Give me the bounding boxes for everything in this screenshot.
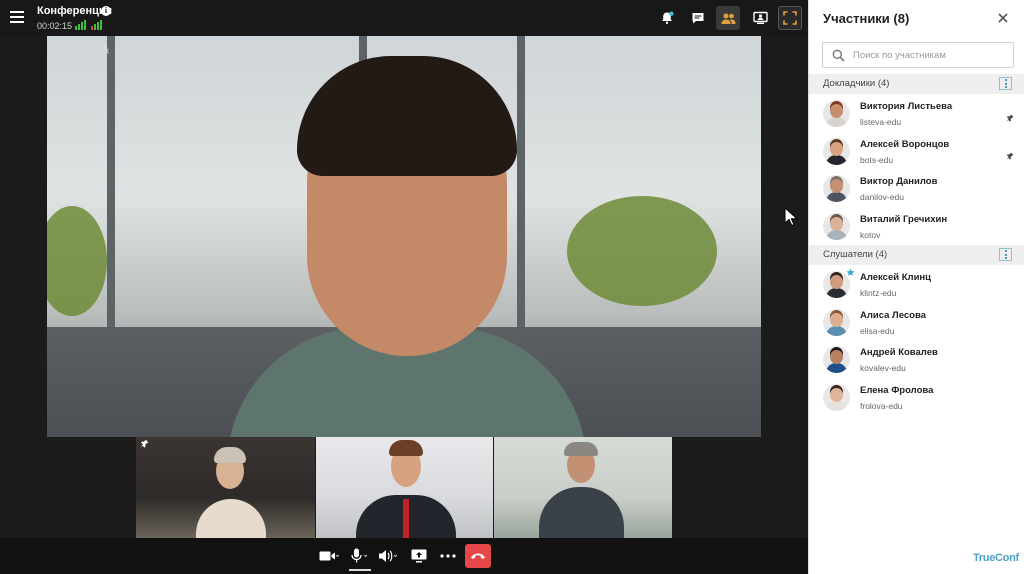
participant-login: danilov-edu [860,192,904,202]
participant-item[interactable]: Алиса Лесова elisa-edu [809,305,1024,342]
chat-button[interactable] [686,6,710,30]
search-input[interactable] [853,47,1008,64]
avatar [823,383,850,411]
group-label: Слушатели (4) [823,249,888,260]
participant-name: Алиса Лесова [860,309,926,321]
participant-item[interactable]: Виталий Гречихин kotov [809,209,1024,246]
top-bar: Конференция i 00:02:15 [0,0,808,36]
participant-name: Елена Фролова [860,384,934,396]
microphone-icon [351,548,368,563]
avatar [823,346,850,373]
thumbnail-video[interactable] [136,437,315,538]
participant-name: Виктор Данилов [860,176,938,187]
main-speaker-video[interactable] [47,36,761,437]
fullscreen-icon [783,11,797,25]
group-header: Слушатели (4) [809,245,1024,265]
participant-name: Алексей Клинц [860,272,931,283]
participants-button[interactable] [716,6,740,30]
more-button[interactable] [439,547,457,565]
layout-icon [752,11,768,24]
call-controls [0,538,808,574]
participants-icon [721,13,735,24]
participant-item[interactable]: Алексей Воронцов bots-edu [809,134,1024,171]
fullscreen-button[interactable] [778,6,802,30]
signal-strength-icon [75,20,86,30]
mouse-cursor [784,207,798,227]
participant-login: frolova-edu [860,400,903,411]
camera-button[interactable] [318,547,340,565]
participant-search [822,42,1014,68]
participant-body [196,499,266,538]
search-icon [832,49,845,62]
participant-item[interactable]: Алексей Клинц klintz-edu [809,267,1024,304]
participants-panel: Участники (8) Докладчики (4) Виктория Лис… [808,0,1024,574]
participant-login: elisa-edu [860,325,895,336]
participant-login: kotov [860,229,881,240]
group-header: Докладчики (4) [809,74,1024,94]
thumbnail-video[interactable] [314,437,494,538]
thumbnail-video[interactable] [493,437,673,538]
participant-body [539,487,625,538]
participant-login: kovalev-edu [860,363,906,373]
hangup-icon [471,553,485,559]
participant-name: Алексей Воронцов [860,138,950,150]
share-screen-icon [411,549,427,563]
mic-level-indicator [349,569,371,571]
info-icon[interactable]: i [101,6,111,16]
participant-hair [214,447,246,463]
microphone-button[interactable] [349,547,371,565]
muted-mic-icon [101,44,109,54]
pin-icon[interactable] [1006,151,1014,160]
participant-tie [402,499,409,538]
participant-thumbnails [136,437,673,538]
pin-icon[interactable] [1006,114,1014,122]
panel-title: Участники (8) [823,11,910,26]
avatar [823,212,850,240]
trueconf-app: Конференция i 00:02:15 Участники (8) Пои… [0,0,1024,574]
participant-name: Виталий Гречихин [860,213,948,225]
conference-timer: 00:02:15 [37,21,73,31]
participant-item[interactable]: Виктор Данилов danilov-edu [809,171,1024,208]
background-plant [567,196,717,306]
group-menu-icon[interactable] [999,77,1012,90]
participant-item[interactable]: Андрей Ковалев kovalev-edu [809,342,1024,379]
participant-hair [388,440,423,456]
avatar [823,175,850,202]
menu-icon[interactable] [10,11,24,23]
layout-button[interactable] [748,6,772,30]
more-icon [440,554,456,558]
trueconf-logo: TrueConf [973,552,1019,564]
participant-name: Виктория Листьева [860,101,953,112]
group-label: Докладчики (4) [823,78,890,89]
pin-icon [140,439,149,448]
bell-icon [662,11,674,24]
participant-name: Андрей Ковалев [860,347,938,358]
participant-item[interactable]: Виктория Листьева listeva-edu [809,96,1024,133]
network-quality-icon [91,20,102,30]
speaker-icon [379,550,398,562]
avatar [823,308,850,336]
video-stage [0,36,808,538]
participant-hair [564,442,599,456]
participant-login: bots-edu [860,154,894,165]
notifications-button[interactable] [655,6,679,30]
chat-icon [692,13,704,24]
participant-login: klintz-edu [860,288,897,298]
avatar [823,137,850,165]
group-menu-icon[interactable] [999,248,1012,261]
avatar [823,100,850,127]
camera-icon [319,551,339,561]
background-plant [47,206,107,316]
participant-item[interactable]: Елена Фролова frolova-edu [809,380,1024,417]
speaker-button[interactable] [377,547,401,565]
star-icon [846,268,855,276]
participant-login: listeva-edu [860,117,902,127]
share-screen-button[interactable] [410,547,428,565]
hangup-button[interactable] [465,544,491,568]
close-icon[interactable] [996,11,1010,25]
